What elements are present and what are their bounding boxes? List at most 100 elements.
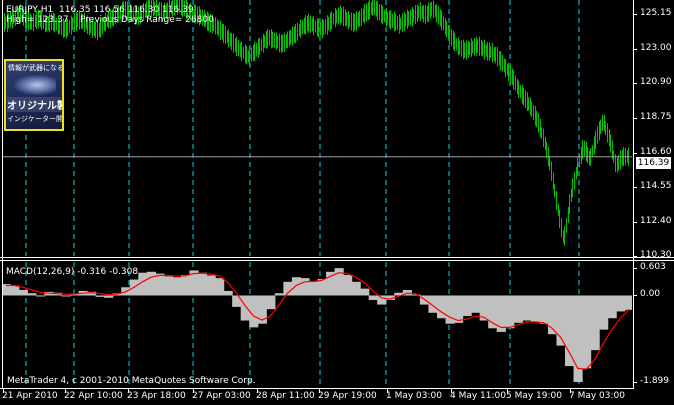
macd-bar <box>266 295 276 310</box>
price-tick-mark <box>633 118 637 120</box>
date-tick-mark <box>570 389 571 393</box>
date-tick-label: 22 Apr 10:00 <box>64 391 123 401</box>
date-tick-label: 27 Apr 03:00 <box>192 391 251 401</box>
price-tick-mark <box>633 13 637 15</box>
macd-tick-label: 0.00 <box>640 289 661 300</box>
price-tick-label: 120.90 <box>640 77 672 88</box>
macd-bar <box>180 274 191 296</box>
macd-bar <box>163 276 174 296</box>
macd-bar <box>215 278 225 296</box>
date-tick-label: 5 May 19:00 <box>506 391 562 401</box>
macd-bar <box>462 295 472 316</box>
indicator-logo-banner[interactable]: 情報が武器になる オリジナル製作 インジケーター開発 <box>4 59 64 131</box>
macd-bar <box>35 295 46 297</box>
macd-bar <box>454 295 464 323</box>
price-tick-label: 114.55 <box>640 180 672 191</box>
macd-bar <box>232 295 242 307</box>
copyright-text: MetaTrader 4, c 2001-2010 MetaQuotes Sof… <box>7 376 256 386</box>
macd-bar <box>582 295 592 369</box>
logo-tagline: 情報が武器になる <box>8 64 64 72</box>
macd-bar <box>155 273 165 296</box>
macd-bar <box>522 295 532 321</box>
date-tick-mark <box>257 389 258 393</box>
macd-bar <box>590 295 600 351</box>
date-tick-label: 23 Apr 18:00 <box>127 391 186 401</box>
date-tick-label: 21 Apr 2010 <box>2 391 58 401</box>
macd-bar <box>564 295 575 367</box>
chart-left-border <box>2 0 3 389</box>
chart-window[interactable]: EURJPY,H1 116.35 116.56 116.30 116.39 Hi… <box>0 0 674 405</box>
macd-bar <box>368 295 378 301</box>
current-price-label: 116.39 <box>636 157 671 169</box>
price-tick-label: 112.40 <box>640 215 672 226</box>
macd-bar <box>300 278 310 296</box>
date-tick-mark <box>65 389 66 393</box>
pane-separator-lower <box>0 260 674 261</box>
macd-bar <box>445 295 455 324</box>
date-tick-label: 1 May 03:00 <box>386 391 442 401</box>
price-tick-label: 123.00 <box>640 42 672 53</box>
macd-bar <box>95 295 105 297</box>
macd-bar <box>206 275 216 296</box>
macd-bar <box>27 293 37 296</box>
chart-symbol-info: EURJPY,H1 116.35 116.56 116.30 116.39 <box>6 5 194 15</box>
price-scale-border <box>633 0 634 389</box>
price-tick-mark <box>633 48 637 50</box>
logo-subtitle: インジケーター開発 <box>7 115 64 123</box>
price-tick-label: 125.15 <box>640 7 672 18</box>
date-tick-label: 4 May 11:00 <box>450 391 506 401</box>
price-tick-mark <box>633 186 637 188</box>
price-tick-mark <box>633 221 637 223</box>
macd-bar <box>18 290 28 296</box>
macd-bar <box>249 295 259 328</box>
date-tick-label: 7 May 03:00 <box>569 391 625 401</box>
price-tick-mark <box>633 83 637 85</box>
macd-bar <box>616 295 626 312</box>
price-candles <box>4 0 629 246</box>
price-chart-canvas[interactable] <box>3 0 632 256</box>
macd-histogram <box>3 268 632 383</box>
macd-bar <box>172 277 182 296</box>
date-tick-mark <box>319 389 320 393</box>
price-tick-mark <box>633 153 637 155</box>
macd-bar <box>198 272 208 296</box>
macd-bar <box>436 295 447 319</box>
macd-bar <box>351 281 361 296</box>
macd-tick-mark <box>633 382 637 383</box>
price-tick-label: 118.75 <box>640 112 672 123</box>
macd-bar <box>599 295 609 330</box>
time-scale-border <box>0 388 633 389</box>
price-chart-pane[interactable] <box>3 0 632 256</box>
macd-tick-label: -1.899 <box>640 376 670 386</box>
macd-chart-canvas[interactable] <box>3 262 632 388</box>
macd-bar <box>607 295 617 319</box>
macd-bar <box>513 295 523 323</box>
macd-indicator-pane[interactable] <box>3 262 632 388</box>
macd-bar <box>308 281 319 296</box>
date-tick-label: 28 Apr 11:00 <box>256 391 315 401</box>
date-tick-mark <box>128 389 129 393</box>
macd-bar <box>360 288 370 296</box>
date-tick-mark <box>387 389 388 393</box>
macd-bar <box>530 295 540 322</box>
macd-bar <box>146 271 156 296</box>
macd-bar <box>240 295 250 321</box>
date-tick-mark <box>193 389 194 393</box>
price-tick-mark <box>633 256 637 257</box>
macd-bar <box>377 295 387 305</box>
macd-bar <box>274 293 284 296</box>
macd-bar <box>10 285 20 296</box>
macd-bar <box>471 295 481 313</box>
macd-tick-mark <box>633 268 637 269</box>
macd-bar <box>61 295 71 297</box>
pane-separator[interactable] <box>0 257 674 258</box>
days-range-info: High= 123.37 Previous Days Range= 26800 <box>6 15 214 25</box>
macd-bar <box>291 277 302 296</box>
price-tick-label: 110.30 <box>640 250 672 260</box>
macd-bar <box>343 274 353 296</box>
macd-bar <box>428 295 438 313</box>
macd-tick-mark <box>633 295 637 297</box>
price-tick-label: 116.60 <box>640 147 672 158</box>
macd-header: MACD(12,26,9) -0.316 -0.308 <box>6 267 139 277</box>
symbol-label: EURJPY,H1 <box>6 5 54 15</box>
